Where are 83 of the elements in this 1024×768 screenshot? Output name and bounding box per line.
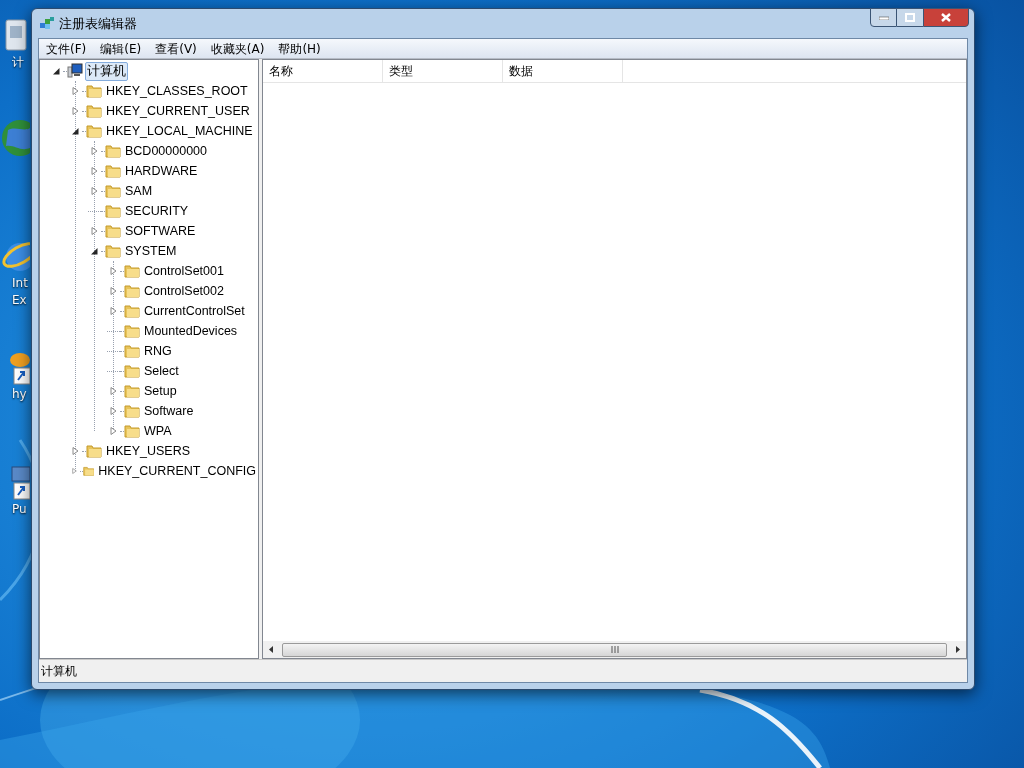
tree-item[interactable]: 计算机 (85, 61, 128, 81)
tree-item[interactable]: Select (142, 361, 181, 381)
folder-icon (105, 183, 121, 199)
column-header[interactable]: 数据 (503, 60, 623, 82)
tree-item[interactable]: HKEY_LOCAL_MACHINE (104, 121, 255, 141)
desktop-icon-label: 计 (12, 54, 24, 71)
desktop-icon-label: hy (12, 386, 27, 403)
expand-triangle-icon[interactable] (110, 407, 117, 415)
folder-icon (124, 263, 140, 279)
desktop-icon-label: Pu (12, 501, 27, 518)
folder-icon (124, 303, 140, 319)
close-button[interactable] (923, 8, 969, 27)
tree-item[interactable]: Software (142, 401, 196, 421)
column-header[interactable]: 类型 (383, 60, 503, 82)
expand-triangle-icon[interactable] (72, 447, 79, 455)
tree-item[interactable]: Setup (142, 381, 179, 401)
menu-item[interactable]: 收藏夹(A) (203, 39, 272, 58)
tree-item[interactable]: HKEY_CURRENT_USER (104, 101, 252, 121)
collapse-triangle-icon[interactable] (91, 247, 98, 255)
menu-item[interactable]: 编辑(E) (93, 39, 149, 58)
maximize-icon (905, 13, 915, 22)
folder-icon (105, 243, 121, 259)
folder-icon (124, 343, 140, 359)
close-icon (941, 13, 951, 22)
collapse-triangle-icon[interactable] (72, 127, 79, 135)
expand-triangle-icon[interactable] (72, 87, 79, 95)
computer-icon (67, 63, 83, 79)
expand-triangle-icon[interactable] (72, 107, 79, 115)
folder-icon (105, 143, 121, 159)
expand-triangle-icon[interactable] (110, 287, 117, 295)
expand-triangle-icon[interactable] (91, 187, 98, 195)
folder-icon (86, 83, 102, 99)
menu-item[interactable]: 文件(F) (39, 39, 94, 58)
tree-item[interactable]: ControlSet001 (142, 261, 226, 281)
folder-icon (86, 103, 102, 119)
folder-icon (86, 123, 102, 139)
folder-icon (124, 383, 140, 399)
tree-item[interactable]: MountedDevices (142, 321, 240, 341)
expand-triangle-icon[interactable] (91, 147, 98, 155)
minimize-button[interactable] (870, 8, 897, 27)
folder-icon (124, 403, 140, 419)
folder-icon (124, 363, 140, 379)
window-title: 注册表编辑器 (59, 14, 137, 33)
tree-item[interactable]: CurrentControlSet (142, 301, 247, 321)
folder-icon (124, 283, 140, 299)
tree-item[interactable]: BCD00000000 (123, 141, 209, 161)
menu-item[interactable]: 查看(V) (148, 39, 204, 58)
desktop-icon-label: Int (12, 275, 28, 292)
maximize-button[interactable] (897, 8, 923, 27)
tree-item[interactable]: SYSTEM (123, 241, 179, 261)
folder-icon (105, 163, 121, 179)
tree-item[interactable]: HKEY_CLASSES_ROOT (104, 81, 250, 101)
expand-triangle-icon[interactable] (110, 267, 117, 275)
expand-triangle-icon[interactable] (72, 467, 77, 475)
folder-icon (124, 423, 140, 439)
tree-item[interactable]: SECURITY (123, 201, 191, 221)
menu-item[interactable]: 帮助(H) (271, 39, 328, 58)
tree-item[interactable]: HKEY_CURRENT_CONFIG (96, 461, 258, 481)
minimize-icon (878, 15, 889, 20)
tree-item[interactable]: HARDWARE (123, 161, 200, 181)
expand-triangle-icon[interactable] (91, 227, 98, 235)
registry-icon (39, 15, 55, 32)
folder-icon (105, 203, 121, 219)
tree-item[interactable]: ControlSet002 (142, 281, 226, 301)
folder-icon (105, 223, 121, 239)
tree-item[interactable]: RNG (142, 341, 174, 361)
tree-item[interactable]: SOFTWARE (123, 221, 198, 241)
tree-item[interactable]: HKEY_USERS (104, 441, 193, 461)
expand-triangle-icon[interactable] (110, 387, 117, 395)
tree-item[interactable]: SAM (123, 181, 155, 201)
expand-triangle-icon[interactable] (91, 167, 98, 175)
expand-triangle-icon[interactable] (110, 307, 117, 315)
scrollbar-thumb[interactable] (282, 642, 947, 657)
column-header[interactable]: 名称 (263, 60, 383, 82)
expand-triangle-icon[interactable] (110, 427, 117, 435)
collapse-triangle-icon[interactable] (53, 67, 60, 75)
folder-icon (86, 443, 102, 459)
tree-item[interactable]: WPA (142, 421, 174, 441)
desktop-icon-label: Ex (12, 292, 27, 309)
folder-icon (124, 323, 140, 339)
status-text: 计算机 (41, 663, 77, 680)
grip-icon (610, 646, 619, 653)
horizontal-scrollbar[interactable] (263, 641, 966, 658)
